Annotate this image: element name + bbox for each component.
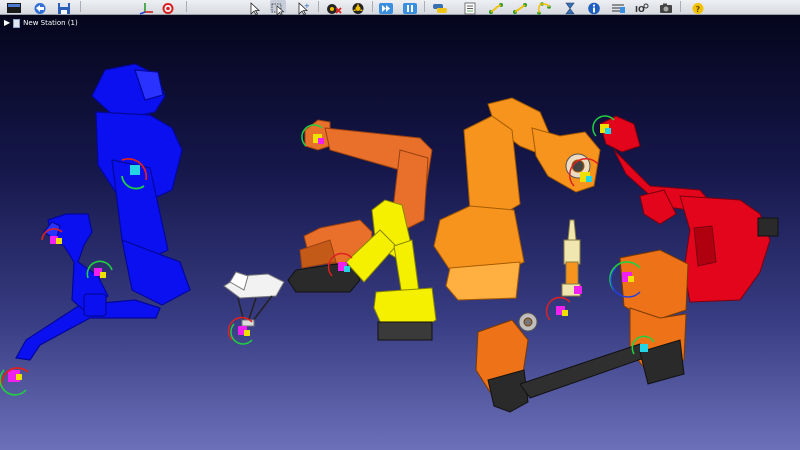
move-linear-icon[interactable] <box>512 0 528 14</box>
robodk-window: + IO ? ▶ New Station (1) <box>0 0 800 450</box>
move-joints-icon[interactable] <box>488 0 504 14</box>
station-icon[interactable] <box>13 18 21 28</box>
target-icon[interactable] <box>160 0 176 14</box>
svg-text:+: + <box>304 2 310 10</box>
info-icon[interactable] <box>586 0 602 15</box>
program-list-icon[interactable] <box>462 0 478 15</box>
reference-frame-icon[interactable] <box>138 0 154 15</box>
svg-text:IO: IO <box>635 5 645 14</box>
toolbar-separator <box>186 1 187 12</box>
io-icon[interactable]: IO <box>634 0 650 14</box>
white-delta-robot[interactable] <box>223 271 285 327</box>
toolbar-separator <box>318 1 319 12</box>
station-tree: ▶ New Station (1) <box>4 17 78 29</box>
collision-off-icon[interactable] <box>350 0 366 14</box>
blue-robot[interactable] <box>15 63 191 361</box>
spindle-tool[interactable] <box>561 219 581 297</box>
station-tree-item-label[interactable]: New Station (1) <box>23 19 78 27</box>
new-station-icon[interactable] <box>6 0 22 13</box>
report-icon[interactable] <box>610 0 626 13</box>
robot-scene[interactable] <box>0 15 800 450</box>
save-station-icon[interactable] <box>56 0 72 14</box>
select-cursor-icon[interactable] <box>246 0 262 16</box>
toolbar-separator <box>424 1 425 12</box>
run-program-icon[interactable] <box>378 0 394 14</box>
main-toolbar: + IO ? <box>0 0 800 16</box>
collision-check-icon[interactable] <box>326 0 342 14</box>
open-station-icon[interactable] <box>32 0 48 14</box>
select-add-icon[interactable]: + <box>294 0 310 16</box>
3d-viewport[interactable]: ▶ New Station (1) <box>0 15 800 450</box>
triangle-right-icon[interactable]: ▶ <box>4 18 10 28</box>
camera-icon[interactable] <box>658 0 674 13</box>
wait-icon[interactable] <box>562 0 578 15</box>
toolbar-separator <box>372 1 373 12</box>
toolbar-separator <box>680 1 681 12</box>
select-multiple-icon[interactable] <box>270 0 286 16</box>
pause-icon[interactable] <box>402 0 418 14</box>
toolbar-separator <box>80 1 81 12</box>
help-icon[interactable]: ? <box>690 0 706 14</box>
move-circular-icon[interactable] <box>536 0 552 15</box>
python-icon[interactable] <box>432 0 448 13</box>
svg-text:?: ? <box>696 5 701 14</box>
